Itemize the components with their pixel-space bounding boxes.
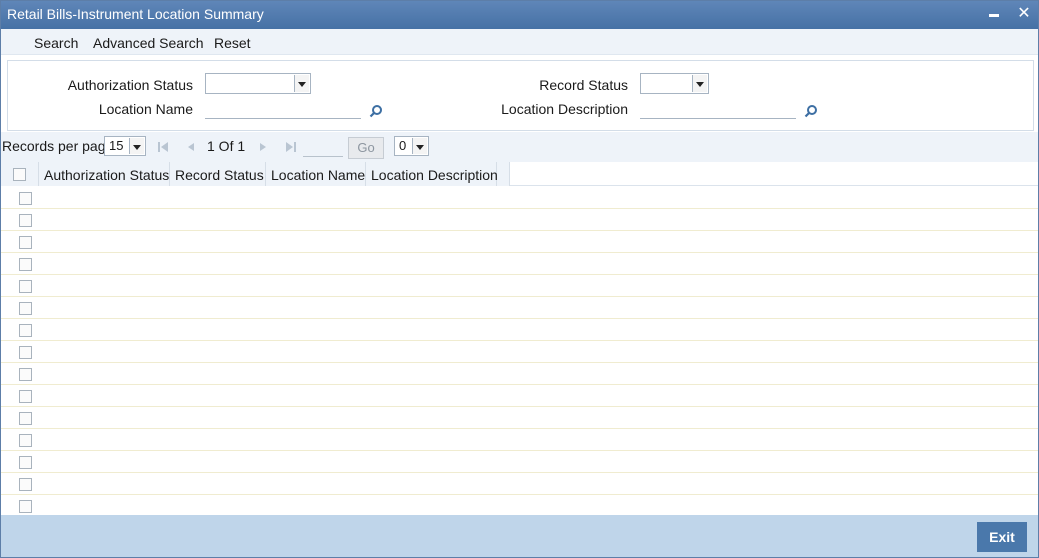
row-select-cell [1,253,38,275]
magnifier-icon[interactable] [369,104,383,118]
footer-bar: Exit [1,515,1038,557]
exit-button[interactable]: Exit [977,522,1027,552]
column-header-filler [497,162,510,186]
row-select-cell [1,385,38,407]
advanced-search-button[interactable]: Advanced Search [93,35,204,51]
chevron-down-icon [412,138,427,154]
row-checkbox[interactable] [19,390,32,403]
table-row[interactable] [1,429,1038,451]
table-row[interactable] [1,275,1038,297]
toolbar: Search Advanced Search Reset [1,29,1038,55]
title-bar: Retail Bills-Instrument Location Summary… [1,1,1038,29]
search-criteria-panel: Authorization Status Record Status Locat… [7,60,1034,131]
goto-page-input[interactable] [303,138,343,157]
row-checkbox[interactable] [19,236,32,249]
row-checkbox[interactable] [19,368,32,381]
row-select-cell [1,429,38,451]
column-header[interactable]: Authorization Status [39,162,170,186]
chevron-down-icon [294,75,309,92]
row-checkbox[interactable] [19,192,32,205]
chevron-down-icon [129,138,144,154]
row-checkbox[interactable] [19,456,32,469]
chevron-down-icon [692,75,707,92]
last-page-icon[interactable] [284,140,298,154]
column-header[interactable]: Record Status [170,162,266,186]
authorization-status-label: Authorization Status [67,77,193,93]
row-checkbox[interactable] [19,302,32,315]
magnifier-icon[interactable] [804,104,818,118]
row-select-cell [1,341,38,363]
results-grid: Authorization Status Record Status Locat… [1,162,1038,517]
row-select-cell [1,275,38,297]
row-select-cell [1,297,38,319]
record-status-select[interactable] [640,73,709,94]
location-description-input[interactable] [640,99,796,119]
record-status-label: Record Status [539,77,628,93]
table-row[interactable] [1,187,1038,209]
row-select-cell [1,363,38,385]
table-row[interactable] [1,473,1038,495]
table-row[interactable] [1,495,1038,517]
row-select-cell [1,319,38,341]
summary-window: Retail Bills-Instrument Location Summary… [0,0,1039,558]
row-checkbox[interactable] [19,500,32,513]
next-page-icon[interactable] [256,140,270,154]
row-checkbox[interactable] [19,258,32,271]
records-per-page-select[interactable]: 15 [104,136,146,156]
row-checkbox[interactable] [19,214,32,227]
row-checkbox[interactable] [19,280,32,293]
reset-button[interactable]: Reset [214,35,251,51]
row-select-cell [1,407,38,429]
row-select-cell [1,231,38,253]
location-description-label: Location Description [501,101,628,117]
row-select-cell [1,209,38,231]
row-select-cell [1,187,38,209]
go-button[interactable]: Go [348,137,384,159]
table-row[interactable] [1,385,1038,407]
table-row[interactable] [1,363,1038,385]
row-checkbox[interactable] [19,412,32,425]
location-name-input[interactable] [205,99,361,119]
search-button[interactable]: Search [34,35,78,51]
location-name-label: Location Name [98,101,193,117]
close-icon[interactable]: ✕ [1015,5,1033,23]
minimize-icon[interactable] [985,5,1003,23]
row-select-cell [1,451,38,473]
row-select-cell [1,473,38,495]
row-checkbox[interactable] [19,346,32,359]
page-info: 1 Of 1 [207,138,246,154]
table-row[interactable] [1,319,1038,341]
first-page-icon[interactable] [156,140,170,154]
table-row[interactable] [1,231,1038,253]
grid-header: Authorization Status Record Status Locat… [1,162,1038,186]
table-row[interactable] [1,253,1038,275]
row-checkbox[interactable] [19,478,32,491]
column-header[interactable]: Location Description [366,162,498,186]
table-row[interactable] [1,407,1038,429]
row-checkbox[interactable] [19,434,32,447]
select-all-cell [1,162,39,186]
select-all-checkbox[interactable] [13,168,26,181]
authorization-status-select[interactable] [205,73,311,94]
row-checkbox[interactable] [19,324,32,337]
column-header[interactable]: Location Name [266,162,366,186]
table-row[interactable] [1,451,1038,473]
prev-page-icon[interactable] [184,140,198,154]
window-title: Retail Bills-Instrument Location Summary [7,6,264,22]
pagination-bar: Records per page 15 1 Of 1 Go 0 [1,132,1038,162]
table-row[interactable] [1,341,1038,363]
table-row[interactable] [1,297,1038,319]
records-per-page-label: Records per page [2,138,114,154]
table-row[interactable] [1,209,1038,231]
page-select[interactable]: 0 [394,136,429,156]
row-select-cell [1,495,38,517]
